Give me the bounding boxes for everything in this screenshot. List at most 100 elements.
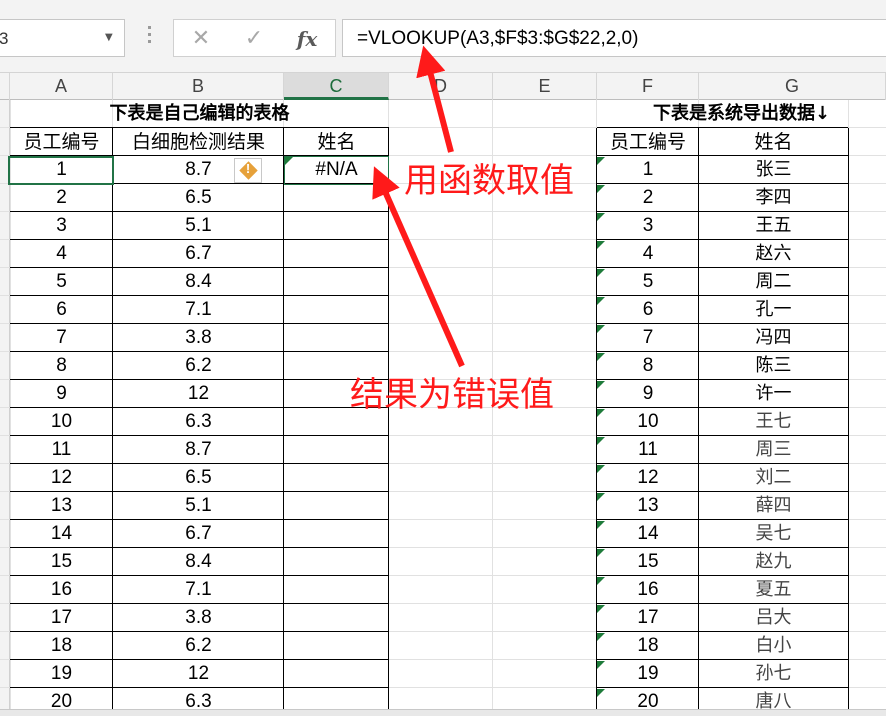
cell-name[interactable] <box>284 464 389 492</box>
cell-wbc-result[interactable]: 12 <box>113 380 284 408</box>
cell-system-employee-id[interactable]: 14 <box>597 520 699 548</box>
cell-name[interactable] <box>284 492 389 520</box>
cell-name[interactable] <box>284 548 389 576</box>
cell-name[interactable] <box>284 184 389 212</box>
cell-system-employee-id[interactable]: 12 <box>597 464 699 492</box>
insert-function-button[interactable]: fx <box>290 24 324 54</box>
column-header-b[interactable]: B <box>113 73 284 100</box>
cell-system-name[interactable]: 冯四 <box>699 324 848 352</box>
cell-wbc-result[interactable]: 5.1 <box>113 492 284 520</box>
cell-name[interactable] <box>284 296 389 324</box>
column-header-c[interactable]: C <box>284 73 389 100</box>
cell-wbc-result[interactable]: 8.4 <box>113 548 284 576</box>
cell-employee-id[interactable]: 5 <box>10 268 113 296</box>
cell-system-name[interactable]: 王七 <box>699 408 848 436</box>
column-header-d[interactable]: D <box>389 73 493 100</box>
warning-icon[interactable]: ! <box>234 158 262 183</box>
cell-system-employee-id[interactable]: 5 <box>597 268 699 296</box>
cell-name[interactable] <box>284 604 389 632</box>
cell-system-name[interactable]: 薛四 <box>699 492 848 520</box>
column-header-f[interactable]: F <box>597 73 699 100</box>
cell-employee-id[interactable]: 2 <box>10 184 113 212</box>
cell-name[interactable] <box>284 212 389 240</box>
cell-system-name[interactable]: 周三 <box>699 436 848 464</box>
cell-system-employee-id[interactable]: 15 <box>597 548 699 576</box>
cell-system-name[interactable]: 许一 <box>699 380 848 408</box>
formula-input[interactable]: =VLOOKUP(A3,$F$3:$G$22,2,0) <box>342 19 886 57</box>
cell-name[interactable] <box>284 268 389 296</box>
cell-system-employee-id[interactable]: 1 <box>597 156 699 184</box>
cell-system-name[interactable]: 周二 <box>699 268 848 296</box>
cell-employee-id[interactable]: 9 <box>10 380 113 408</box>
cell-system-name[interactable]: 白小 <box>699 632 848 660</box>
cell-wbc-result[interactable]: 6.7 <box>113 520 284 548</box>
cell-employee-id[interactable]: 6 <box>10 296 113 324</box>
cell-system-name[interactable]: 吴七 <box>699 520 848 548</box>
cell-system-name[interactable]: 孙七 <box>699 660 848 688</box>
cell-system-employee-id[interactable]: 9 <box>597 380 699 408</box>
cell-employee-id[interactable]: 10 <box>10 408 113 436</box>
cell-system-employee-id[interactable]: 18 <box>597 632 699 660</box>
cell-employee-id[interactable]: 14 <box>10 520 113 548</box>
cell-wbc-result[interactable]: 6.5 <box>113 464 284 492</box>
cell-system-employee-id[interactable]: 8 <box>597 352 699 380</box>
column-header-e[interactable]: E <box>493 73 597 100</box>
cell-employee-id[interactable]: 8 <box>10 352 113 380</box>
cell-name[interactable] <box>284 324 389 352</box>
cell-employee-id[interactable]: 18 <box>10 632 113 660</box>
cell-system-employee-id[interactable]: 2 <box>597 184 699 212</box>
cell-employee-id[interactable]: 13 <box>10 492 113 520</box>
cell-system-employee-id[interactable]: 17 <box>597 604 699 632</box>
cell-system-name[interactable]: 王五 <box>699 212 848 240</box>
cell-system-employee-id[interactable]: 13 <box>597 492 699 520</box>
cell-system-name[interactable]: 张三 <box>699 156 848 184</box>
close-icon[interactable]: ✕ <box>184 24 218 54</box>
select-all-corner[interactable] <box>0 73 10 100</box>
cell-system-name[interactable]: 赵九 <box>699 548 848 576</box>
cell-system-name[interactable]: 夏五 <box>699 576 848 604</box>
cell-wbc-result[interactable]: 8.7 <box>113 436 284 464</box>
cell-employee-id[interactable]: 17 <box>10 604 113 632</box>
cell-wbc-result[interactable]: 5.1 <box>113 212 284 240</box>
active-cell-selection[interactable] <box>8 156 114 185</box>
cell-employee-id[interactable]: 3 <box>10 212 113 240</box>
cell-wbc-result[interactable]: 12 <box>113 660 284 688</box>
cell-name[interactable] <box>284 240 389 268</box>
cell-wbc-result[interactable]: 8.4 <box>113 268 284 296</box>
cell-system-employee-id[interactable]: 3 <box>597 212 699 240</box>
cell-wbc-result[interactable]: 6.7 <box>113 240 284 268</box>
cell-system-name[interactable]: 孔一 <box>699 296 848 324</box>
cell-name[interactable] <box>284 632 389 660</box>
cell-system-name[interactable]: 刘二 <box>699 464 848 492</box>
cell-system-employee-id[interactable]: 4 <box>597 240 699 268</box>
cell-wbc-result[interactable]: 3.8 <box>113 604 284 632</box>
cell-employee-id[interactable]: 19 <box>10 660 113 688</box>
cell-system-employee-id[interactable]: 11 <box>597 436 699 464</box>
cell-system-employee-id[interactable]: 10 <box>597 408 699 436</box>
cell-employee-id[interactable]: 4 <box>10 240 113 268</box>
cell-employee-id[interactable]: 16 <box>10 576 113 604</box>
cell-employee-id[interactable]: 12 <box>10 464 113 492</box>
cell-system-employee-id[interactable]: 6 <box>597 296 699 324</box>
cell-wbc-result[interactable]: 7.1 <box>113 576 284 604</box>
check-icon[interactable]: ✓ <box>237 24 271 54</box>
chevron-down-icon[interactable]: ▼ <box>105 32 113 43</box>
cell-system-name[interactable]: 吕大 <box>699 604 848 632</box>
cell-employee-id[interactable]: 11 <box>10 436 113 464</box>
cell-name[interactable] <box>284 576 389 604</box>
cell-system-employee-id[interactable]: 19 <box>597 660 699 688</box>
cell-wbc-result[interactable]: 7.1 <box>113 296 284 324</box>
name-box[interactable]: 3 ▼ <box>0 19 125 57</box>
cell-wbc-result[interactable]: 6.2 <box>113 352 284 380</box>
cell-wbc-result[interactable]: 6.3 <box>113 408 284 436</box>
cell-wbc-result[interactable]: 6.5 <box>113 184 284 212</box>
cell-system-employee-id[interactable]: 7 <box>597 324 699 352</box>
cell-name[interactable] <box>284 520 389 548</box>
cell-system-name[interactable]: 李四 <box>699 184 848 212</box>
column-header-a[interactable]: A <box>10 73 113 100</box>
column-header-g[interactable]: G <box>699 73 886 100</box>
cell-system-employee-id[interactable]: 16 <box>597 576 699 604</box>
cell-system-name[interactable]: 赵六 <box>699 240 848 268</box>
cell-system-name[interactable]: 陈三 <box>699 352 848 380</box>
cell-employee-id[interactable]: 7 <box>10 324 113 352</box>
